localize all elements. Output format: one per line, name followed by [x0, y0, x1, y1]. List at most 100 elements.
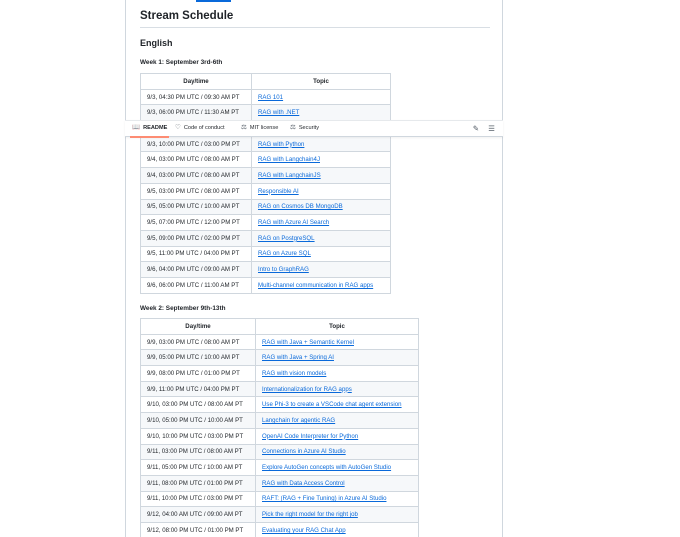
topic-link[interactable]: RAG with Data Access Control	[262, 480, 345, 487]
topic-link[interactable]: Internationalization for RAG apps	[262, 386, 352, 393]
row-topic-cell: RAFT: (RAG + Fine Tuning) in Azure AI St…	[255, 490, 419, 508]
heart-icon: ♡	[175, 124, 181, 131]
row-topic-cell: Responsible AI	[251, 182, 391, 200]
table-row: 9/10, 10:00 PM UTC / 03:00 PM PT OpenAI C…	[140, 427, 419, 445]
table-row: 9/12, 04:00 AM UTC / 09:00 AM PT Pick the…	[140, 506, 419, 523]
tab-mit-license-label: MIT license	[249, 125, 279, 132]
row-datetime: 9/9, 11:00 PM UTC / 04:00 PM PT	[140, 380, 256, 398]
row-topic-cell: RAG on Azure SQL	[251, 245, 391, 263]
table-row: 9/4, 03:00 PM UTC / 08:00 AM PT RAG with …	[140, 167, 391, 184]
topic-link[interactable]: RAG with Java + Spring AI	[262, 354, 334, 361]
row-topic-cell: Pick the right model for the right job	[255, 506, 419, 523]
table-row: 9/11, 10:00 PM UTC / 03:00 PM PT RAFT: (R…	[140, 490, 419, 508]
topic-link[interactable]: RAG with Java + Semantic Kernel	[262, 339, 354, 346]
row-datetime: 9/9, 05:00 PM UTC / 10:00 AM PT	[140, 349, 256, 367]
topic-link[interactable]: Intro to GraphRAG	[258, 266, 309, 273]
row-datetime: 9/10, 10:00 PM UTC / 03:00 PM PT	[140, 427, 256, 445]
topic-link[interactable]: RAG with Python	[258, 141, 304, 148]
week2-table: Day/time Topic 9/9, 03:00 PM UTC / 08:00…	[140, 318, 419, 537]
topic-link[interactable]: RAG with .NET	[258, 109, 299, 116]
row-topic-cell: Explore AutoGen concepts with AutoGen St…	[255, 459, 419, 476]
row-datetime: 9/10, 05:00 PM UTC / 10:00 AM PT	[140, 412, 256, 429]
law-scale-icon: ⚖	[241, 124, 247, 131]
topic-link[interactable]: RAG on PostgreSQL	[258, 235, 315, 242]
table-row: 9/9, 03:00 PM UTC / 08:00 AM PT RAG with …	[140, 333, 419, 351]
pencil-icon[interactable]: ✎	[473, 124, 479, 133]
topic-link[interactable]: Connections in Azure AI Studio	[262, 448, 346, 455]
topic-link[interactable]: RAG with Azure AI Search	[258, 219, 329, 226]
row-datetime: 9/11, 10:00 PM UTC / 03:00 PM PT	[140, 490, 256, 508]
row-topic-cell: Internationalization for RAG apps	[255, 380, 419, 398]
column-header-daytime: Day/time	[140, 318, 256, 335]
table-header-row: Day/time Topic	[140, 318, 419, 335]
topic-link[interactable]: RAG on Cosmos DB MongoDB	[258, 203, 343, 210]
row-datetime: 9/10, 03:00 PM UTC / 08:00 AM PT	[140, 396, 256, 414]
table-row: 9/5, 11:00 PM UTC / 04:00 PM PT RAG on Az…	[140, 245, 391, 263]
topic-link[interactable]: RAG on Azure SQL	[258, 250, 311, 257]
topic-link[interactable]: RAG 101	[258, 94, 283, 101]
row-topic-cell: RAG with Data Access Control	[255, 474, 419, 492]
table-row: 9/5, 05:00 PM UTC / 10:00 AM PT RAG on Co…	[140, 198, 391, 216]
row-topic-cell: RAG with LangchainJS	[251, 167, 391, 184]
table-row: 9/6, 06:00 PM UTC / 11:00 AM PT Multi-cha…	[140, 276, 391, 294]
table-row: 9/9, 11:00 PM UTC / 04:00 PM PT Internati…	[140, 380, 419, 398]
row-topic-cell: Intro to GraphRAG	[251, 261, 391, 278]
row-topic-cell: Langchain for agentic RAG	[255, 412, 419, 429]
row-datetime: 9/5, 07:00 PM UTC / 12:00 PM PT	[140, 214, 252, 231]
topic-link[interactable]: RAG with vision models	[262, 370, 326, 377]
row-topic-cell: RAG on Cosmos DB MongoDB	[251, 198, 391, 216]
row-topic-cell: RAG with .NET	[251, 104, 391, 122]
row-topic-cell: Use Phi-3 to create a VSCode chat agent …	[255, 396, 419, 414]
tab-security[interactable]: ⚖ Security	[290, 124, 320, 132]
topic-link[interactable]: Multi-channel communication in RAG apps	[258, 282, 373, 289]
topic-link[interactable]: RAG with LangchainJS	[258, 172, 321, 179]
row-datetime: 9/12, 08:00 PM UTC / 01:00 PM PT	[140, 521, 256, 537]
week1-table: Day/time Topic 9/3, 04:30 PM UTC / 09:30…	[140, 73, 391, 294]
topic-link[interactable]: Explore AutoGen concepts with AutoGen St…	[262, 464, 391, 471]
table-row: 9/3, 04:30 PM UTC / 09:30 AM PT RAG 101	[140, 88, 391, 106]
topic-link[interactable]: OpenAI Code Interpreter for Python	[262, 433, 358, 440]
row-datetime: 9/12, 04:00 AM UTC / 09:00 AM PT	[140, 506, 256, 523]
row-topic-cell: RAG with vision models	[255, 365, 419, 382]
table-row: 9/6, 04:00 PM UTC / 09:00 AM PT Intro to …	[140, 261, 391, 278]
tab-readme[interactable]: 📖 README	[129, 124, 170, 138]
repo-files-tabbar: 📖 README ♡ Code of conduct ⚖ MIT license…	[125, 120, 503, 138]
tab-code-of-conduct[interactable]: ♡ Code of conduct	[175, 124, 225, 132]
row-datetime: 9/6, 06:00 PM UTC / 11:00 AM PT	[140, 276, 252, 294]
list-icon[interactable]: ☰	[488, 124, 495, 133]
topic-link[interactable]: Evaluating your RAG Chat App	[262, 527, 346, 534]
row-topic-cell: RAG with Azure AI Search	[251, 214, 391, 231]
table-row: 9/9, 08:00 PM UTC / 01:00 PM PT RAG with …	[140, 365, 419, 382]
row-topic-cell: OpenAI Code Interpreter for Python	[255, 427, 419, 445]
table-row: 9/3, 10:00 PM UTC / 03:00 PM PT RAG with …	[140, 135, 391, 153]
tab-security-label: Security	[298, 125, 320, 132]
row-datetime: 9/11, 05:00 PM UTC / 10:00 AM PT	[140, 459, 256, 476]
row-datetime: 9/4, 03:00 PM UTC / 08:00 AM PT	[140, 167, 252, 184]
table-row: 9/3, 06:00 PM UTC / 11:30 AM PT RAG with …	[140, 104, 391, 122]
topic-link[interactable]: RAFT: (RAG + Fine Tuning) in Azure AI St…	[262, 495, 386, 502]
table-row: 9/11, 05:00 PM UTC / 10:00 AM PT Explore …	[140, 459, 419, 476]
topic-link[interactable]: Pick the right model for the right job	[262, 511, 358, 518]
readme-panel: Stream Schedule English Week 1: Septembe…	[125, 0, 503, 537]
tab-code-of-conduct-label: Code of conduct	[183, 125, 225, 132]
row-topic-cell: Evaluating your RAG Chat App	[255, 521, 419, 537]
table-row: 9/12, 08:00 PM UTC / 01:00 PM PT Evaluati…	[140, 521, 419, 537]
row-datetime: 9/5, 11:00 PM UTC / 04:00 PM PT	[140, 245, 252, 263]
topic-link[interactable]: Responsible AI	[258, 188, 299, 195]
row-datetime: 9/9, 03:00 PM UTC / 08:00 AM PT	[140, 333, 256, 351]
column-header-daytime: Day/time	[140, 73, 252, 90]
column-header-topic: Topic	[251, 73, 391, 90]
language-heading: English	[140, 38, 173, 48]
week1-title: Week 1: September 3rd-6th	[140, 59, 223, 66]
row-datetime: 9/3, 10:00 PM UTC / 03:00 PM PT	[140, 135, 252, 153]
row-topic-cell: RAG with Java + Semantic Kernel	[255, 333, 419, 351]
tab-mit-license[interactable]: ⚖ MIT license	[241, 124, 279, 132]
tab-readme-label: README	[143, 125, 168, 132]
topic-link[interactable]: Langchain for agentic RAG	[262, 417, 335, 424]
row-datetime: 9/5, 09:00 PM UTC / 02:00 PM PT	[140, 229, 252, 247]
topic-link[interactable]: RAG with Langchain4J	[258, 156, 320, 163]
row-datetime: 9/4, 03:00 PM UTC / 08:00 AM PT	[140, 151, 252, 169]
table-row: 9/11, 08:00 PM UTC / 01:00 PM PT RAG with…	[140, 474, 419, 492]
topic-link[interactable]: Use Phi-3 to create a VSCode chat agent …	[262, 401, 402, 408]
row-topic-cell: RAG on PostgreSQL	[251, 229, 391, 247]
